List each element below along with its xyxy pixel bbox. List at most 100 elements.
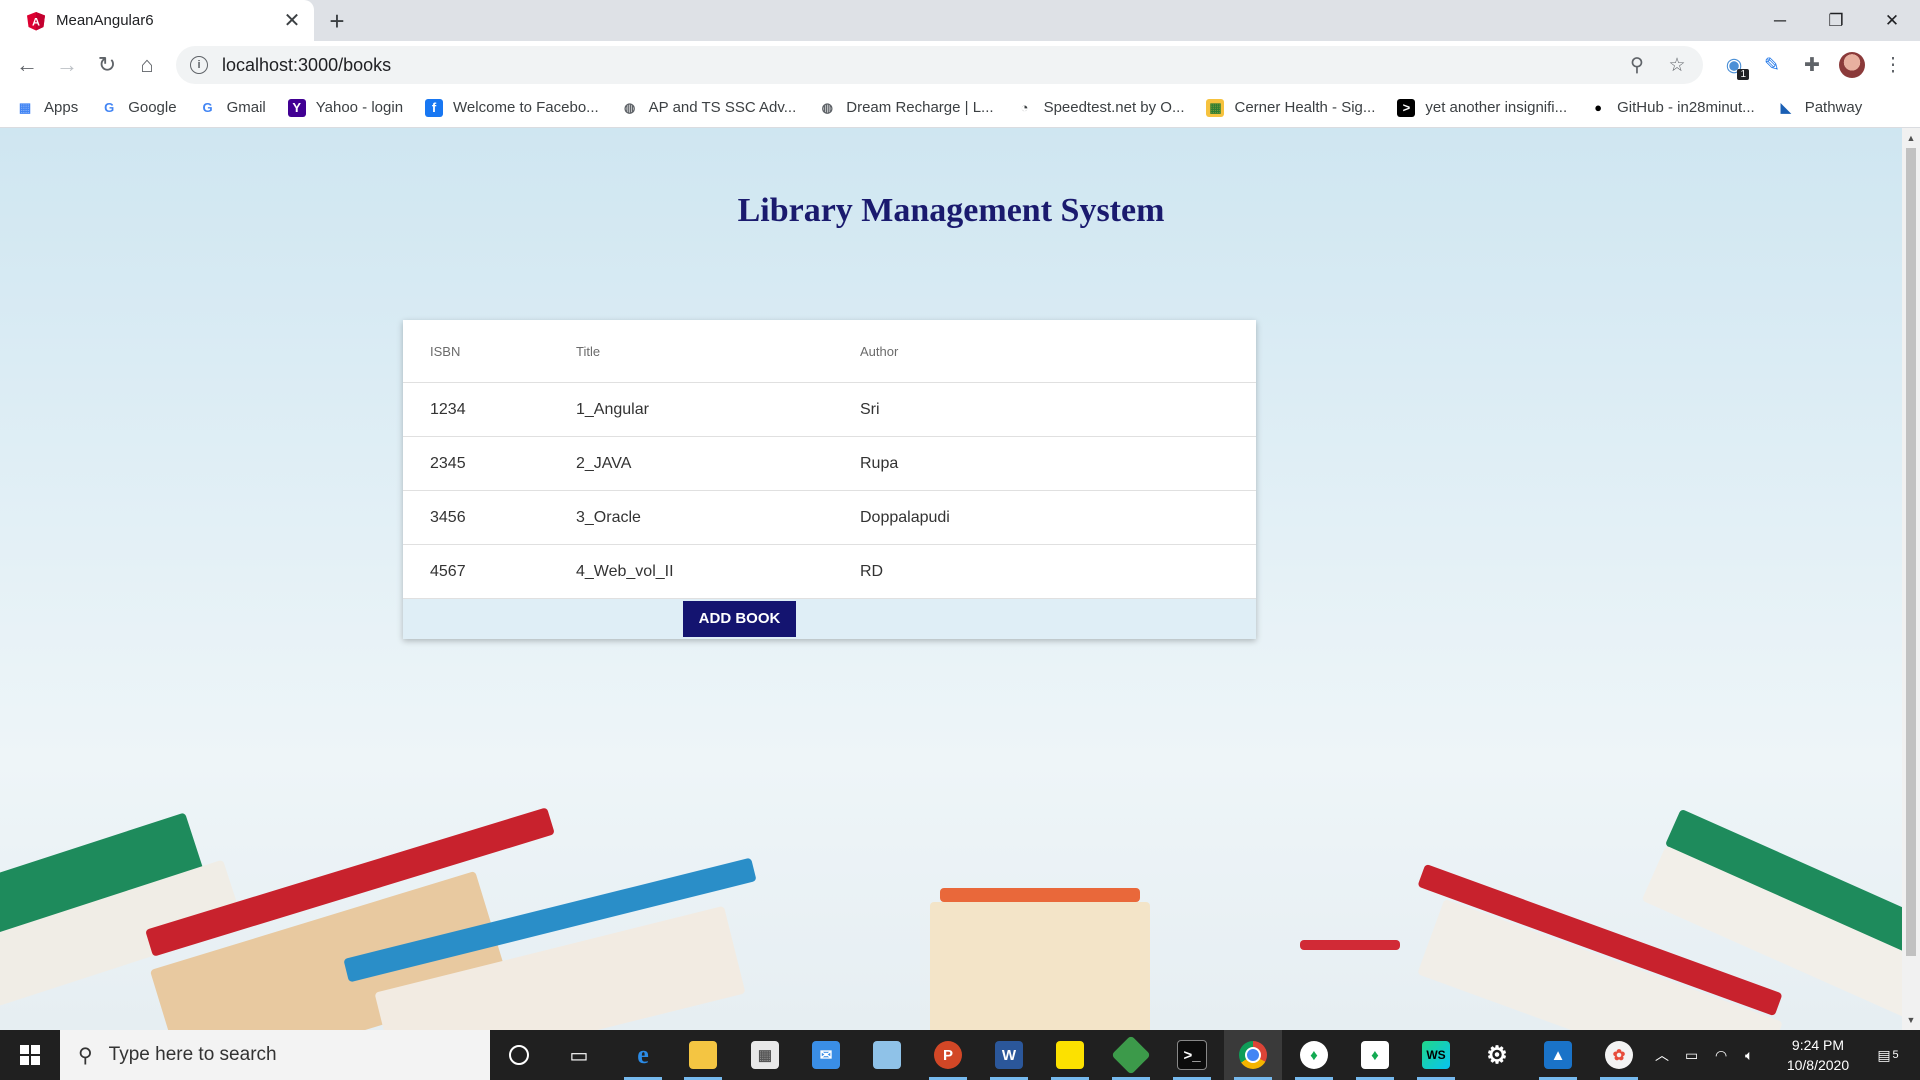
sticky-notes-icon[interactable] xyxy=(1041,1030,1099,1080)
bookmark-item[interactable]: ▦ Cerner Health - Sig... xyxy=(1206,98,1376,117)
search-placeholder: Type here to search xyxy=(108,1044,277,1065)
table-header-row: ISBN Title Author xyxy=(403,320,1256,383)
minimize-button[interactable]: ─ xyxy=(1752,0,1808,41)
mail-icon[interactable]: ✉ xyxy=(797,1030,855,1080)
profile-avatar[interactable] xyxy=(1837,50,1867,80)
mongodb-icon[interactable]: ♦ xyxy=(1285,1030,1343,1080)
word-icon[interactable]: W xyxy=(980,1030,1038,1080)
close-tab-icon[interactable]: ✕ xyxy=(278,7,306,35)
bookmark-label: Apps xyxy=(44,99,79,116)
reload-button[interactable]: ↻ xyxy=(92,50,122,80)
extension-feather-icon[interactable]: ✎ xyxy=(1757,50,1787,80)
battery-icon[interactable]: ▭ xyxy=(1685,1030,1698,1080)
notepad-icon[interactable] xyxy=(858,1030,916,1080)
close-window-button[interactable]: ✕ xyxy=(1864,0,1920,41)
extensions-puzzle-icon[interactable]: ✚ xyxy=(1797,50,1827,80)
speedtest-icon: ◔ xyxy=(1015,98,1034,117)
terminal-icon: > xyxy=(1397,98,1416,117)
header-author: Author xyxy=(860,343,899,359)
header-isbn: ISBN xyxy=(430,343,461,359)
bookmark-label: Dream Recharge | L... xyxy=(846,99,994,116)
edge-icon[interactable]: e xyxy=(614,1030,672,1080)
bookmark-item[interactable]: ● GitHub - in28minut... xyxy=(1589,98,1755,117)
clock-date: 10/8/2020 xyxy=(1786,1057,1850,1073)
cell-isbn: 1234 xyxy=(430,400,466,418)
bookmark-item[interactable]: G Google xyxy=(100,98,177,117)
chrome-menu-icon[interactable]: ⋮ xyxy=(1878,50,1908,80)
bookmark-label: GitHub - in28minut... xyxy=(1617,99,1755,116)
new-tab-button[interactable]: + xyxy=(322,6,352,36)
table-row: 4567 4_Web_vol_II RD xyxy=(403,545,1256,599)
table-row: 1234 1_Angular Sri xyxy=(403,383,1256,437)
pathway-icon: ◣ xyxy=(1776,98,1795,117)
bookmark-item[interactable]: ◍ AP and TS SSC Adv... xyxy=(620,98,796,117)
url-text[interactable]: localhost:3000/books xyxy=(222,55,1623,76)
file-explorer-icon[interactable] xyxy=(674,1030,732,1080)
search-icon: ⚲ xyxy=(78,1044,93,1067)
chrome-icon[interactable] xyxy=(1224,1030,1282,1080)
clock-time: 9:24 PM xyxy=(1791,1037,1845,1053)
cortana-icon[interactable] xyxy=(490,1030,548,1080)
page-viewport: Library Management System ISBN Title Aut… xyxy=(0,128,1902,1030)
extension-globe-icon[interactable]: ◉ 1 xyxy=(1719,50,1749,80)
google-icon: G xyxy=(198,98,217,117)
bookmark-star-icon[interactable]: ☆ xyxy=(1663,51,1691,79)
volume-icon[interactable]: 🔈︎ xyxy=(1745,1030,1753,1080)
bookmark-item[interactable]: > yet another insignifi... xyxy=(1397,98,1567,117)
bookmark-item[interactable]: Y Yahoo - login xyxy=(287,98,403,117)
taskbar-search-box[interactable]: ⚲ Type here to search xyxy=(60,1030,490,1080)
task-view-icon[interactable]: ▭ xyxy=(550,1030,608,1080)
notification-count: 5 xyxy=(1892,1049,1899,1061)
address-bar[interactable]: i localhost:3000/books ⚲ ☆ xyxy=(176,46,1703,84)
browser-tab[interactable]: A MeanAngular6 ✕ xyxy=(0,0,314,41)
add-book-button[interactable]: ADD BOOK xyxy=(682,601,797,637)
table-row: 2345 2_JAVA Rupa xyxy=(403,437,1256,491)
forward-button[interactable]: → xyxy=(52,50,82,80)
app-green-icon[interactable] xyxy=(1102,1030,1160,1080)
bookmark-item[interactable]: ▦ Apps xyxy=(16,98,79,117)
bookmark-item[interactable]: ◔ Speedtest.net by O... xyxy=(1015,98,1184,117)
cell-title: 2_JAVA xyxy=(576,454,632,472)
site-info-icon[interactable]: i xyxy=(190,56,208,74)
cell-isbn: 2345 xyxy=(430,454,466,472)
bookmark-item[interactable]: f Welcome to Facebo... xyxy=(425,98,599,117)
page-scrollbar[interactable]: ▲ ▼ xyxy=(1902,128,1920,1030)
bookmark-item[interactable]: G Gmail xyxy=(198,98,266,117)
wifi-icon[interactable]: ◠ xyxy=(1715,1030,1727,1080)
system-clock[interactable]: 9:24 PM 10/8/2020 xyxy=(1770,1030,1866,1080)
paint-icon[interactable]: ✿ xyxy=(1590,1030,1648,1080)
browser-toolbar: ← → ↻ ⌂ i localhost:3000/books ⚲ ☆ ◉ 1 ✎ … xyxy=(0,41,1920,88)
restore-button[interactable]: ❐ xyxy=(1808,0,1864,41)
bookmark-item[interactable]: ◍ Dream Recharge | L... xyxy=(818,98,994,117)
terminal-icon[interactable]: >_ xyxy=(1163,1030,1221,1080)
facebook-icon: f xyxy=(425,98,444,117)
home-button[interactable]: ⌂ xyxy=(132,50,162,80)
store-icon[interactable]: ▦ xyxy=(736,1030,794,1080)
cell-isbn: 4567 xyxy=(430,562,466,580)
notification-center-icon[interactable]: ▤ 5 xyxy=(1868,1030,1908,1080)
scroll-thumb[interactable] xyxy=(1906,148,1916,956)
cerner-icon: ▦ xyxy=(1206,98,1225,117)
scroll-down-arrow[interactable]: ▼ xyxy=(1902,1012,1920,1028)
header-title: Title xyxy=(576,343,601,359)
cell-title: 4_Web_vol_II xyxy=(576,562,674,580)
scroll-up-arrow[interactable]: ▲ xyxy=(1902,130,1920,146)
back-button[interactable]: ← xyxy=(12,50,42,80)
powerpoint-icon[interactable]: P xyxy=(919,1030,977,1080)
github-icon: ● xyxy=(1589,98,1608,117)
settings-gear-icon[interactable]: ⚙ xyxy=(1468,1030,1526,1080)
show-hidden-icons-chevron-icon[interactable]: ︿ xyxy=(1655,1030,1669,1080)
cell-author: RD xyxy=(860,562,884,580)
photos-icon[interactable]: ▲ xyxy=(1529,1030,1587,1080)
windows-taskbar: ⚲ Type here to search ▭ e ▦ ✉ P W >_ ♦ ♦… xyxy=(0,1030,1920,1080)
bookmark-item[interactable]: ◣ Pathway xyxy=(1776,98,1862,117)
start-button[interactable] xyxy=(0,1030,60,1080)
webstorm-icon[interactable]: WS xyxy=(1407,1030,1465,1080)
angular-icon: A xyxy=(27,11,45,30)
mongodb-compass-icon[interactable]: ♦ xyxy=(1346,1030,1404,1080)
globe-icon: ◍ xyxy=(818,98,837,117)
zoom-icon[interactable]: ⚲ xyxy=(1623,51,1651,79)
bookmark-label: Cerner Health - Sig... xyxy=(1234,99,1376,116)
bookmark-label: Gmail xyxy=(226,99,266,116)
cell-title: 1_Angular xyxy=(576,400,649,418)
